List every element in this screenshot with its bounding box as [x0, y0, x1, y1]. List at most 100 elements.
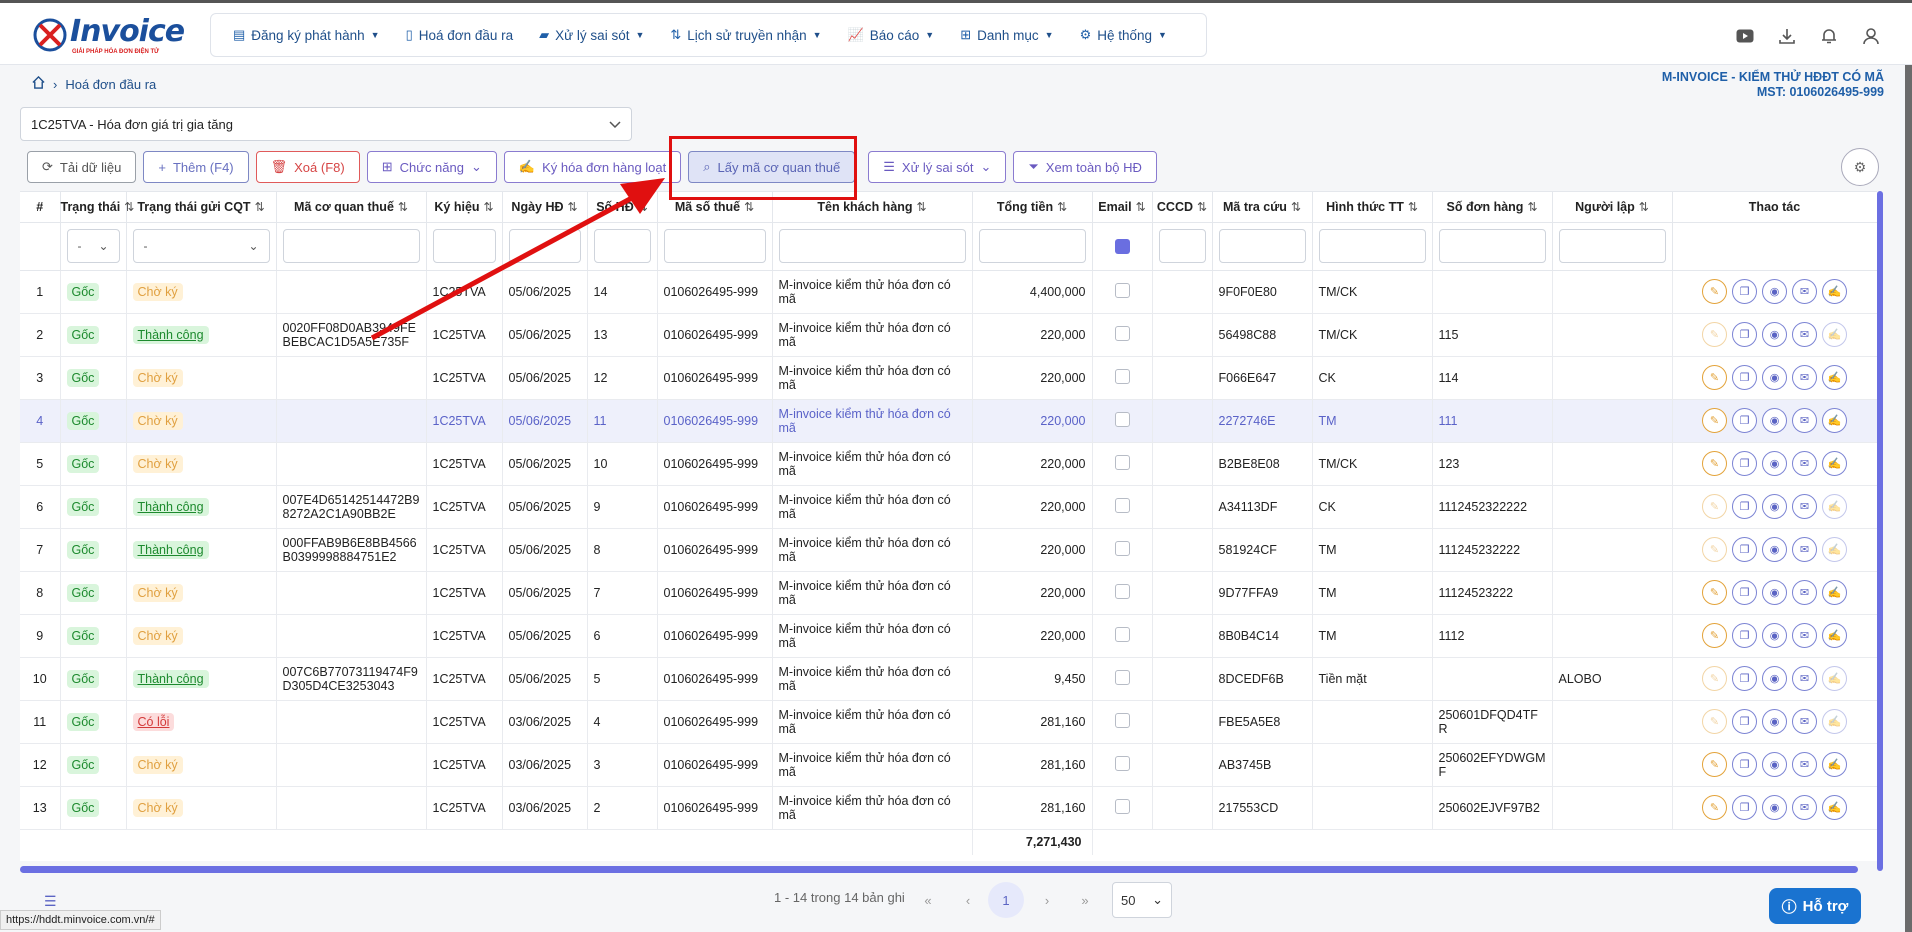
copy-icon[interactable]: ❐ — [1732, 279, 1757, 304]
current-page[interactable]: 1 — [988, 882, 1024, 918]
copy-icon[interactable]: ❐ — [1732, 666, 1757, 691]
mail-icon[interactable]: ✉ — [1792, 580, 1817, 605]
delete-button[interactable]: 🗑 Xoá (F8) — [255, 151, 360, 183]
breadcrumb-current[interactable]: Hoá đơn đầu ra — [65, 77, 156, 92]
email-checkbox[interactable] — [1114, 282, 1130, 298]
view-all-button[interactable]: ⏷ Xem toàn bộ HĐ — [1013, 151, 1157, 183]
prev-page-button[interactable]: ‹ — [955, 887, 981, 913]
edit-icon[interactable]: ✎ — [1702, 279, 1727, 304]
email-checkbox[interactable] — [1114, 583, 1130, 599]
send-status-badge[interactable]: Thành công — [132, 540, 209, 559]
table-row[interactable]: 8 Gốc Chờ ký 1C25TVA 05/06/2025 7 0106026495-9… — [20, 571, 1877, 615]
mail-icon[interactable]: ✉ — [1792, 752, 1817, 777]
copy-icon[interactable]: ❐ — [1732, 795, 1757, 820]
sign-icon[interactable]: ✍ — [1822, 494, 1847, 519]
order-filter-input[interactable] — [1438, 229, 1546, 263]
email-checkbox[interactable] — [1114, 755, 1130, 771]
customer-filter-input[interactable] — [778, 229, 966, 263]
copy-icon[interactable]: ❐ — [1732, 709, 1757, 734]
email-checkbox[interactable] — [1114, 497, 1130, 513]
lookup-filter-input[interactable] — [1218, 229, 1306, 263]
get-tax-code-button[interactable]: ⌕ Lấy mã cơ quan thuế — [688, 151, 856, 183]
home-icon[interactable] — [32, 75, 45, 92]
next-page-button[interactable]: › — [1034, 887, 1060, 913]
user-icon[interactable] — [1860, 25, 1882, 47]
view-icon[interactable]: ◉ — [1762, 365, 1787, 390]
view-icon[interactable]: ◉ — [1762, 451, 1787, 476]
nav-item-3[interactable]: ⇅ Lịch sử truyền nhận ▼ — [670, 27, 821, 43]
column-header[interactable]: Người lập ⇅ — [1552, 192, 1673, 223]
edit-icon[interactable]: ✎ — [1702, 451, 1727, 476]
settings-button[interactable]: ⚙ — [1841, 148, 1879, 186]
column-header[interactable]: Mã số thuế ⇅ — [657, 192, 773, 223]
first-page-button[interactable]: « — [915, 887, 941, 913]
view-icon[interactable]: ◉ — [1762, 580, 1787, 605]
view-icon[interactable]: ◉ — [1762, 279, 1787, 304]
view-icon[interactable]: ◉ — [1762, 537, 1787, 562]
mail-icon[interactable]: ✉ — [1792, 623, 1817, 648]
add-button[interactable]: + Thêm (F4) — [143, 151, 249, 183]
mail-icon[interactable]: ✉ — [1792, 451, 1817, 476]
sign-icon[interactable]: ✍ — [1822, 795, 1847, 820]
reload-button[interactable]: ⟳ Tải dữ liệu — [27, 151, 137, 183]
nav-item-6[interactable]: ⚙ Hệ thống ▼ — [1080, 27, 1167, 43]
email-checkbox[interactable] — [1114, 712, 1130, 728]
mail-icon[interactable]: ✉ — [1792, 537, 1817, 562]
copy-icon[interactable]: ❐ — [1732, 752, 1757, 777]
column-header[interactable]: Ký hiệu ⇅ — [426, 192, 503, 223]
table-row[interactable]: 3 Gốc Chờ ký 1C25TVA 05/06/2025 12 0106026495-… — [20, 356, 1877, 400]
table-row[interactable]: 11 Gốc Có lỗi 1C25TVA 03/06/2025 4 0106026495-… — [20, 700, 1877, 744]
send-status-badge[interactable]: Có lỗi — [132, 712, 175, 731]
edit-icon[interactable]: ✎ — [1702, 709, 1727, 734]
column-header[interactable]: Email ⇅ — [1092, 192, 1153, 223]
invoice-type-select[interactable]: 1C25TVA - Hóa đơn giá trị gia tăng — [20, 107, 632, 141]
email-checkbox[interactable] — [1114, 368, 1130, 384]
status-filter-select[interactable]: - ⌄ — [66, 229, 120, 263]
email-filter-checkbox[interactable] — [1114, 238, 1130, 254]
view-icon[interactable]: ◉ — [1762, 322, 1787, 347]
table-row[interactable]: 6 Gốc Thành công 007E4D65142514472B98272A2C… — [20, 485, 1877, 529]
view-icon[interactable]: ◉ — [1762, 752, 1787, 777]
sign-icon[interactable]: ✍ — [1822, 279, 1847, 304]
copy-icon[interactable]: ❐ — [1732, 451, 1757, 476]
functions-button[interactable]: ⊞ Chức năng ⌄ — [366, 151, 497, 183]
sign-icon[interactable]: ✍ — [1822, 451, 1847, 476]
column-header[interactable]: Tên khách hàng ⇅ — [772, 192, 973, 223]
column-header[interactable]: Trạng thái ⇅ — [60, 192, 134, 223]
column-header[interactable]: Mã cơ quan thuế ⇅ — [276, 192, 427, 223]
email-checkbox[interactable] — [1114, 454, 1130, 470]
table-row[interactable]: 7 Gốc Thành công 000FFAB9B6E8BB4566B0399998… — [20, 528, 1877, 572]
nav-item-4[interactable]: 📈 Báo cáo ▼ — [848, 27, 935, 43]
send-status-filter-select[interactable]: - ⌄ — [132, 229, 270, 263]
column-header[interactable]: Tổng tiền ⇅ — [972, 192, 1093, 223]
column-header[interactable]: Mã tra cứu ⇅ — [1212, 192, 1313, 223]
edit-icon[interactable]: ✎ — [1702, 408, 1727, 433]
sign-icon[interactable]: ✍ — [1822, 580, 1847, 605]
view-icon[interactable]: ◉ — [1762, 494, 1787, 519]
email-checkbox[interactable] — [1114, 540, 1130, 556]
mail-icon[interactable]: ✉ — [1792, 795, 1817, 820]
table-row[interactable]: 13 Gốc Chờ ký 1C25TVA 03/06/2025 2 0106026495-… — [20, 786, 1877, 830]
copy-icon[interactable]: ❐ — [1732, 494, 1757, 519]
mst-filter-input[interactable] — [663, 229, 766, 263]
date-filter-input[interactable] — [508, 229, 581, 263]
column-header[interactable]: Số HĐ ⇅ — [587, 192, 658, 223]
view-icon[interactable]: ◉ — [1762, 795, 1787, 820]
copy-icon[interactable]: ❐ — [1732, 623, 1757, 648]
column-header[interactable]: Ngày HĐ ⇅ — [502, 192, 588, 223]
payment-filter-input[interactable] — [1318, 229, 1426, 263]
last-page-button[interactable]: » — [1072, 887, 1098, 913]
table-row[interactable]: 1 Gốc Chờ ký 1C25TVA 05/06/2025 14 0106026495-… — [20, 270, 1877, 314]
send-status-badge[interactable]: Thành công — [132, 325, 209, 344]
copy-icon[interactable]: ❐ — [1732, 580, 1757, 605]
email-checkbox[interactable] — [1114, 798, 1130, 814]
table-row[interactable]: 5 Gốc Chờ ký 1C25TVA 05/06/2025 10 0106026495-… — [20, 442, 1877, 486]
view-icon[interactable]: ◉ — [1762, 623, 1787, 648]
app-logo[interactable]: Invoice GIẢI PHÁP HÓA ĐƠN ĐIỆN TỬ — [32, 14, 185, 57]
edit-icon[interactable]: ✎ — [1702, 537, 1727, 562]
cccd-filter-input[interactable] — [1158, 229, 1206, 263]
edit-icon[interactable]: ✎ — [1702, 752, 1727, 777]
mail-icon[interactable]: ✉ — [1792, 408, 1817, 433]
sign-icon[interactable]: ✍ — [1822, 408, 1847, 433]
edit-icon[interactable]: ✎ — [1702, 795, 1727, 820]
